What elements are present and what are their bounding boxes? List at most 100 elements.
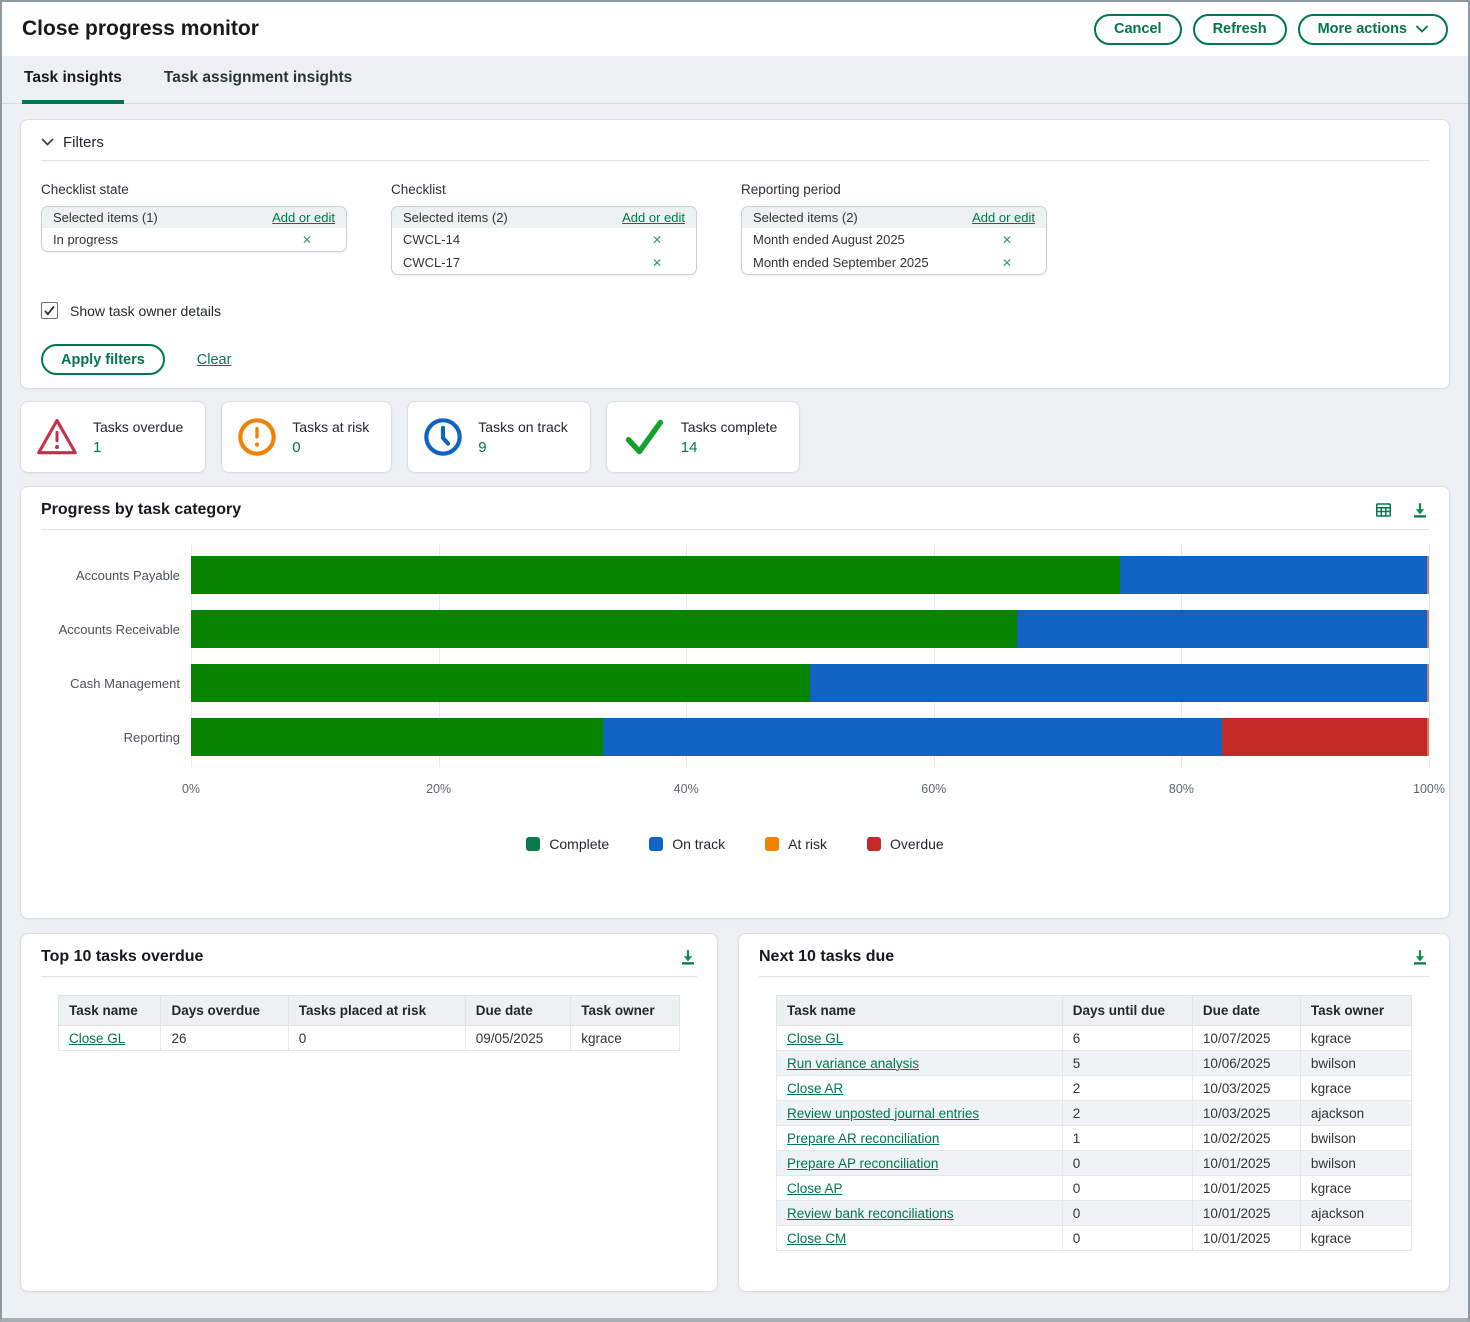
table-cell: 0 [1062, 1201, 1192, 1226]
table-cell: 0 [288, 1026, 465, 1051]
task-link[interactable]: Close GL [787, 1031, 843, 1046]
bar-segment-overdue [1222, 718, 1429, 756]
clear-filters-link[interactable]: Clear [197, 352, 232, 368]
table-cell: Run variance analysis [777, 1051, 1063, 1076]
legend-item-on-track: On track [649, 836, 725, 852]
column-header: Due date [465, 996, 571, 1026]
filters-collapse-toggle[interactable]: Filters [41, 134, 1429, 161]
add-or-edit-link[interactable]: Add or edit [622, 210, 685, 225]
x-axis-tick-label: 100% [1413, 782, 1445, 796]
kpi-label: Tasks overdue [93, 419, 183, 435]
chart-bar-accounts-receivable [191, 610, 1429, 648]
task-link[interactable]: Prepare AR reconciliation [787, 1131, 939, 1146]
table-row: Close GL610/07/2025kgrace [777, 1026, 1412, 1051]
chevron-down-icon [1416, 25, 1428, 33]
legend-label: On track [672, 836, 725, 852]
table-cell: 09/05/2025 [465, 1026, 571, 1051]
cancel-button-label: Cancel [1114, 21, 1162, 37]
task-link[interactable]: Run variance analysis [787, 1056, 919, 1071]
table-cell: 10/03/2025 [1192, 1101, 1300, 1126]
remove-item-icon[interactable]: ✕ [1002, 233, 1012, 247]
chart-title: Progress by task category [41, 501, 241, 519]
table-cell: Close GL [777, 1026, 1063, 1051]
kpi-card-tasks-on-track[interactable]: Tasks on track 9 [407, 401, 590, 473]
task-link[interactable]: Close AR [787, 1081, 843, 1096]
page-content: Filters Checklist state Selected items (… [2, 104, 1468, 1292]
refresh-button[interactable]: Refresh [1193, 14, 1287, 45]
bottom-tables-row: Top 10 tasks overdue Task nameDays overd… [20, 933, 1450, 1292]
table-cell: Close AP [777, 1176, 1063, 1201]
chart-legend: CompleteOn trackAt riskOverdue [41, 836, 1429, 852]
table-cell: kgrace [1300, 1226, 1411, 1251]
column-header: Due date [1192, 996, 1300, 1026]
chart-plot-area [191, 556, 1429, 772]
kpi-label: Tasks complete [681, 419, 777, 435]
filter-group: Checklist state Selected items (1) Add o… [41, 182, 347, 275]
kpi-card-tasks-at-risk[interactable]: Tasks at risk 0 [221, 401, 392, 473]
table-cell: 1 [1062, 1126, 1192, 1151]
gridline [1429, 545, 1430, 767]
table-cell: 10/07/2025 [1192, 1026, 1300, 1051]
remove-item-icon[interactable]: ✕ [302, 233, 312, 247]
remove-item-icon[interactable]: ✕ [652, 233, 662, 247]
kpi-label: Tasks at risk [292, 419, 369, 435]
bar-edge [1427, 718, 1429, 756]
more-actions-label: More actions [1318, 21, 1407, 37]
task-link[interactable]: Close CM [787, 1231, 846, 1246]
table-cell: 2 [1062, 1101, 1192, 1126]
apply-filters-label: Apply filters [61, 352, 145, 368]
table-row: Prepare AP reconciliation010/01/2025bwil… [777, 1151, 1412, 1176]
cancel-button[interactable]: Cancel [1094, 14, 1182, 45]
table-cell: 2 [1062, 1076, 1192, 1101]
bar-edge [1427, 610, 1429, 648]
stacked-bar-chart: Accounts PayableAccounts ReceivableCash … [41, 556, 1429, 772]
progress-chart-panel: Progress by task category Accounts Payab… [20, 486, 1450, 919]
alert-circle-icon [237, 417, 277, 457]
task-link[interactable]: Prepare AP reconciliation [787, 1156, 938, 1171]
chart-category-label: Accounts Receivable [41, 610, 191, 648]
table-cell: Review unposted journal entries [777, 1101, 1063, 1126]
close-progress-monitor-window: { "header": { "title": "Close progress m… [0, 0, 1470, 1322]
column-header: Tasks placed at risk [288, 996, 465, 1026]
table-cell: 10/01/2025 [1192, 1201, 1300, 1226]
download-icon[interactable] [679, 948, 697, 966]
show-task-owner-checkbox[interactable] [41, 302, 58, 319]
task-link[interactable]: Review unposted journal entries [787, 1106, 979, 1121]
kpi-value: 14 [681, 439, 777, 456]
remove-item-icon[interactable]: ✕ [652, 256, 662, 270]
remove-item-icon[interactable]: ✕ [1002, 256, 1012, 270]
table-cell: Close AR [777, 1076, 1063, 1101]
table-row: Run variance analysis510/06/2025bwilson [777, 1051, 1412, 1076]
more-actions-button[interactable]: More actions [1298, 14, 1448, 45]
add-or-edit-link[interactable]: Add or edit [272, 210, 335, 225]
table-cell: 10/03/2025 [1192, 1076, 1300, 1101]
check-icon [622, 417, 666, 457]
filter-group: Reporting period Selected items (2) Add … [741, 182, 1047, 275]
add-or-edit-link[interactable]: Add or edit [972, 210, 1035, 225]
task-link[interactable]: Close GL [69, 1031, 125, 1046]
top-overdue-table: Task nameDays overdueTasks placed at ris… [58, 995, 680, 1051]
apply-filters-button[interactable]: Apply filters [41, 344, 165, 375]
tab-bar: Task insights Task assignment insights [2, 56, 1468, 104]
filter-item-label: Month ended August 2025 [753, 232, 905, 247]
column-header: Days overdue [161, 996, 288, 1026]
task-link[interactable]: Close AP [787, 1181, 843, 1196]
download-icon[interactable] [1411, 948, 1429, 966]
download-icon[interactable] [1411, 501, 1429, 519]
legend-swatch [765, 837, 779, 851]
tab-task-insights[interactable]: Task insights [22, 69, 124, 104]
filter-item-label: In progress [53, 232, 118, 247]
filter-group-label: Checklist state [41, 182, 347, 197]
top-overdue-panel: Top 10 tasks overdue Task nameDays overd… [20, 933, 718, 1292]
table-row: Review unposted journal entries 210/03/20… [777, 1101, 1412, 1126]
column-header: Task owner [1300, 996, 1411, 1026]
tab-task-assignment-insights[interactable]: Task assignment insights [162, 69, 354, 104]
table-cell: ajackson [1300, 1201, 1411, 1226]
task-link[interactable]: Review bank reconciliations [787, 1206, 954, 1221]
chart-header-icons [1374, 501, 1429, 519]
table-cell: 26 [161, 1026, 288, 1051]
table-view-icon[interactable] [1374, 501, 1393, 519]
filter-selected-item: Month ended August 2025 ✕ [742, 228, 1046, 251]
kpi-card-tasks-overdue[interactable]: Tasks overdue 1 [20, 401, 206, 473]
kpi-card-tasks-complete[interactable]: Tasks complete 14 [606, 401, 800, 473]
